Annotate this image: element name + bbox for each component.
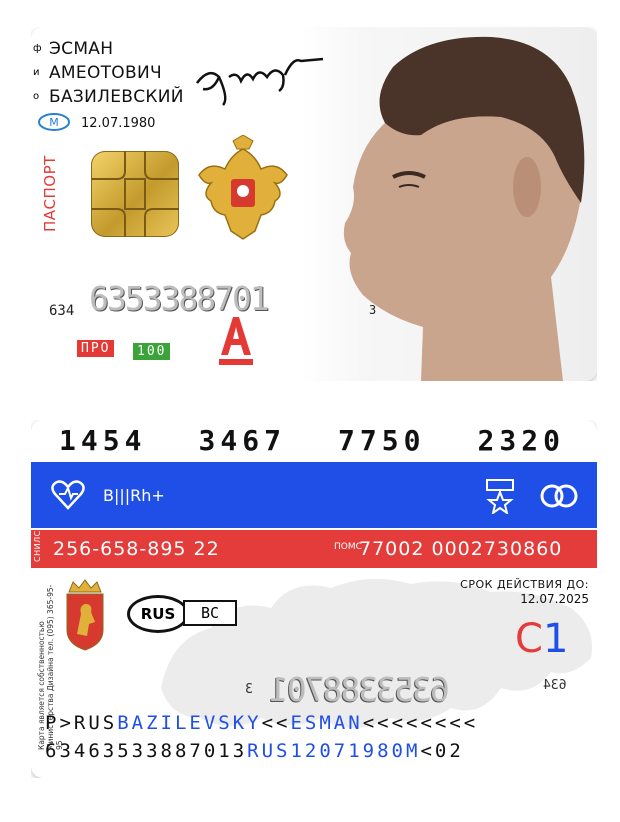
surname-marker: ф [33, 43, 42, 54]
mirrored-number-suffix: 3 [245, 682, 253, 697]
sto-label: 100 [133, 343, 171, 360]
mirrored-number-prefix: 634 [543, 678, 567, 693]
card-number-group: 2320 [477, 424, 565, 457]
holder-family-name: БАЗИЛЕВСКИЙ [49, 87, 184, 107]
rus-oval-badge: RUS [127, 595, 189, 633]
name-marker: и [33, 67, 40, 78]
category-letter: C [515, 616, 543, 662]
mrz-1-fill: <<<<<<<< [362, 712, 479, 734]
mrz-1-name: ESMAN [290, 712, 363, 734]
passport-card-back: 1454 3467 7750 2320 B|||Rh+ СНИЛС 256-65… [31, 420, 597, 778]
coat-of-arms-icon [198, 135, 288, 240]
license-category: C1 [515, 616, 568, 662]
mrz-2-tail: <02 [420, 740, 464, 762]
holder-surname: ЭСМАН [49, 39, 114, 59]
expiry-date: 12.07.2025 [520, 592, 589, 606]
mrz-line-1: P>RUSBAZILEVSKY<<ESMAN<<<<<<<< [45, 712, 478, 734]
holder-patronymic: АМЕОТОВИЧ [49, 63, 162, 83]
card-number: 1454 3467 7750 2320 [31, 424, 597, 457]
heart-icon [51, 480, 85, 510]
snils-band: СНИЛС 256-658-895 22 ПОМС 77002 00027308… [31, 530, 597, 568]
patronymic-marker: о [33, 91, 40, 102]
snils-label: СНИЛС [33, 530, 42, 562]
mrz-1-surname: BAZILEVSKY [117, 712, 262, 734]
blood-band: B|||Rh+ [31, 462, 597, 528]
mrz-2-number: 6346353388701З [45, 740, 248, 762]
card-number-group: 7750 [338, 424, 426, 457]
mrz-1-doc: P>RUS [45, 712, 118, 734]
card-number-prefix: 634 [49, 303, 75, 319]
mrz-line-2: 6346353388701ЗRUS12071980M<02 [45, 740, 464, 762]
oms-number: 77002 0002730860 [359, 538, 563, 560]
passport-label: ПАСПОРТ [41, 155, 59, 232]
category-number: 1 [542, 616, 569, 662]
snils-number: 256-658-895 22 [53, 538, 220, 560]
signature-image [196, 57, 324, 106]
donor-star-icon [486, 479, 514, 514]
card-number-suffix: 3 [369, 303, 377, 317]
rus-bc-badge: BC [183, 600, 237, 626]
pro-label: ПРО [77, 340, 115, 357]
city-crest-icon [66, 579, 104, 651]
card-number-group: 1454 [59, 424, 147, 457]
card-number-embossed: 6353388701 [89, 279, 270, 318]
metro-icon: М [38, 113, 70, 131]
mrz-2-country-dob: RUS12071980M [247, 740, 421, 762]
alfa-bank-logo-icon [219, 317, 253, 365]
passport-card-front: ф и о ЭСМАН АМЕОТОВИЧ БАЗИЛЕВСКИЙ М 12.0… [31, 27, 597, 381]
mrz-1-sep: << [261, 712, 291, 734]
expiry-label: СРОК ДЕЙСТВИЯ ДО: [460, 578, 589, 591]
oms-icon: ПОМС [334, 542, 362, 552]
date-of-birth: 12.07.1980 [81, 116, 156, 131]
mirrored-card-number: 6353388701 [271, 670, 450, 709]
holder-portrait [301, 27, 597, 381]
svg-text:М: М [49, 116, 59, 129]
card-number-group: 3467 [198, 424, 286, 457]
wedding-rings-icon [540, 484, 578, 508]
blood-type: B|||Rh+ [103, 486, 165, 505]
sim-chip-icon [91, 151, 179, 237]
